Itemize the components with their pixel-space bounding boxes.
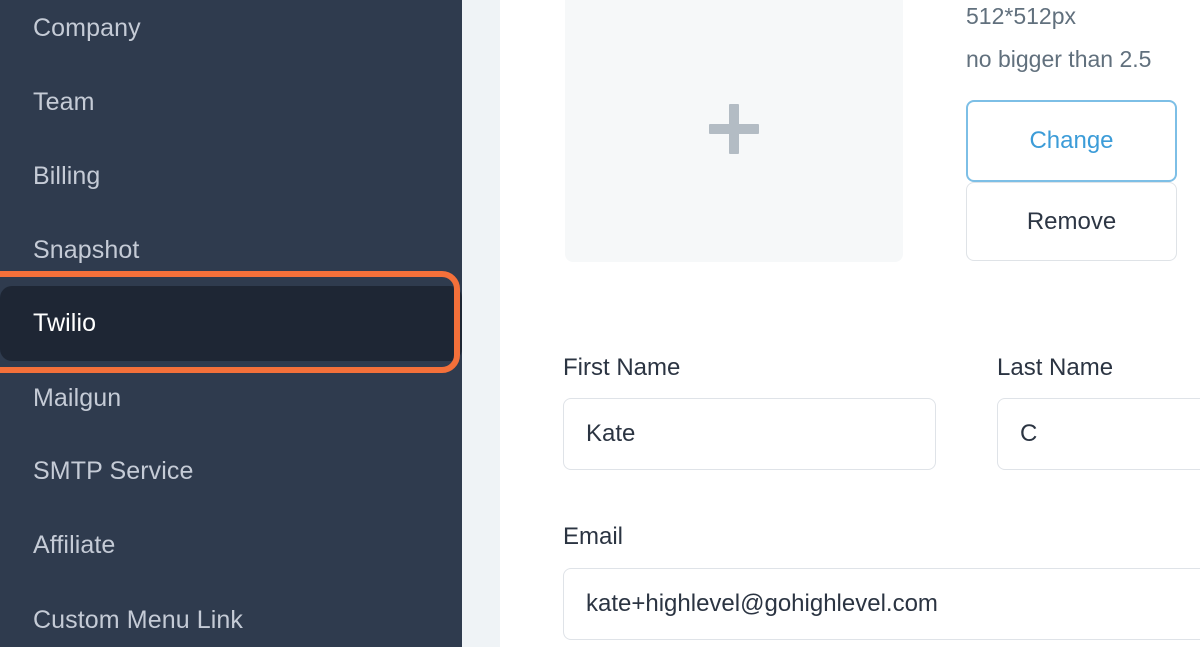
sidebar-item-snapshot[interactable]: Snapshot: [0, 213, 462, 287]
sidebar-item-label: Affiliate: [33, 530, 116, 559]
sidebar-item-team[interactable]: Team: [0, 65, 462, 139]
sidebar-item-mailgun[interactable]: Mailgun: [0, 361, 462, 435]
email-input[interactable]: [563, 568, 1200, 640]
remove-avatar-button[interactable]: Remove: [966, 182, 1177, 261]
settings-content-panel: 512*512px no bigger than 2.5 Change Remo…: [500, 0, 1200, 647]
sidebar-item-label: Custom Menu Link: [33, 605, 244, 634]
sidebar-item-label: Snapshot: [33, 235, 140, 264]
avatar-upload-dropzone[interactable]: [565, 0, 903, 262]
sidebar-content-divider: [462, 0, 500, 647]
sidebar-item-label: Twilio: [33, 309, 97, 337]
sidebar-item-company[interactable]: Company: [0, 0, 462, 65]
sidebar-active-item-wrapper: Twilio: [0, 271, 462, 373]
sidebar-item-label: Billing: [33, 161, 101, 190]
sidebar-item-billing[interactable]: Billing: [0, 139, 462, 213]
app-root: Company Team Billing Snapshot Mailgun SM…: [0, 0, 1200, 647]
last-name-input[interactable]: [997, 398, 1200, 470]
change-avatar-button[interactable]: Change: [966, 100, 1177, 182]
sidebar-item-label: Mailgun: [33, 383, 122, 412]
sidebar-item-label: SMTP Service: [33, 456, 194, 485]
sidebar-item-smtp-service[interactable]: SMTP Service: [0, 434, 462, 508]
sidebar-item-custom-menu-link[interactable]: Custom Menu Link: [0, 583, 462, 647]
first-name-input[interactable]: [563, 398, 936, 470]
last-name-label: Last Name: [997, 354, 1114, 381]
sidebar-item-label: Company: [33, 13, 141, 42]
plus-icon: [709, 104, 759, 154]
email-label: Email: [563, 523, 624, 550]
avatar-filesize-hint: no bigger than 2.5: [966, 46, 1152, 72]
avatar-size-hint: 512*512px: [966, 3, 1076, 29]
sidebar-item-label: Team: [33, 87, 95, 116]
sidebar-item-twilio[interactable]: Twilio: [0, 286, 462, 361]
sidebar-item-affiliate[interactable]: Affiliate: [0, 508, 462, 582]
first-name-label: First Name: [563, 354, 681, 381]
